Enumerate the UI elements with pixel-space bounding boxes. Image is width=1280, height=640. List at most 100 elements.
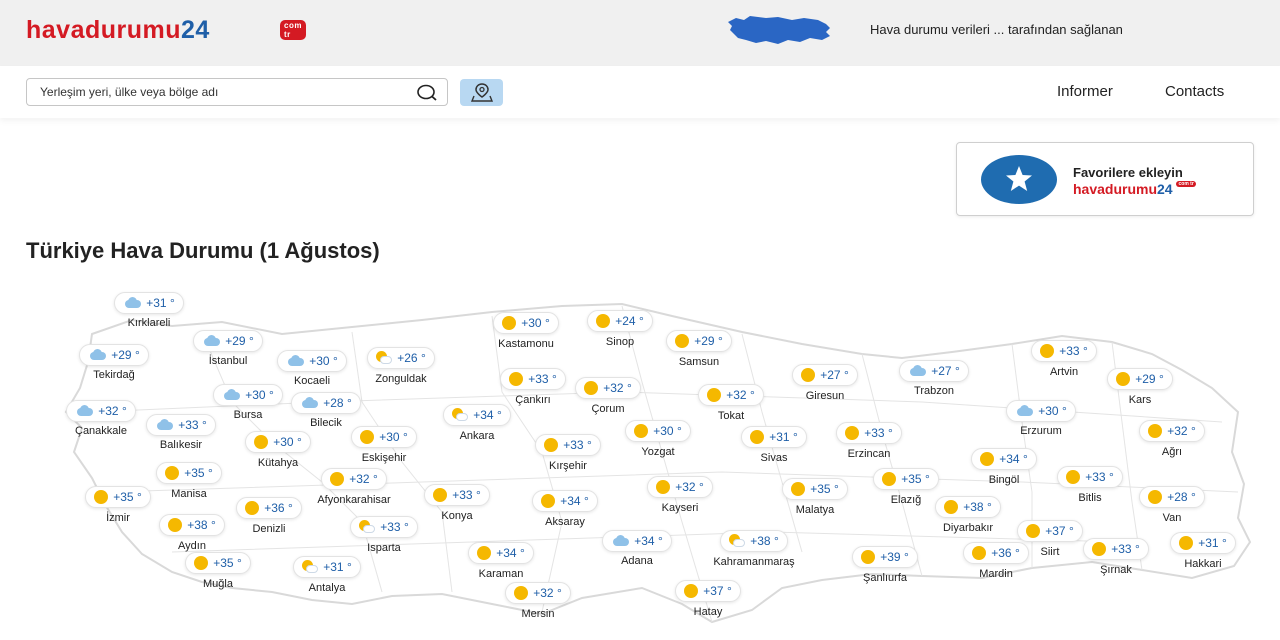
temperature-badge[interactable]: +27 ° — [899, 360, 969, 382]
temperature-badge[interactable]: +38 ° — [935, 496, 1001, 518]
temperature-badge[interactable]: +35 ° — [85, 486, 151, 508]
temperature-badge[interactable]: +35 ° — [782, 478, 848, 500]
city-forecast[interactable]: +38 ° Aydın — [137, 514, 247, 552]
temperature-badge[interactable]: +33 ° — [424, 484, 490, 506]
city-name[interactable]: Giresun — [770, 390, 880, 402]
temperature-badge[interactable]: +34 ° — [443, 404, 511, 426]
temperature-badge[interactable]: +34 ° — [468, 542, 534, 564]
temperature-badge[interactable]: +34 ° — [602, 530, 672, 552]
temperature-badge[interactable]: +38 ° — [720, 530, 788, 552]
city-forecast[interactable]: +28 ° Van — [1117, 486, 1227, 524]
temperature-badge[interactable]: +30 ° — [625, 420, 691, 442]
city-forecast[interactable]: +33 ° Erzincan — [814, 422, 924, 460]
city-name[interactable]: Adana — [582, 555, 692, 567]
temperature-badge[interactable]: +33 ° — [535, 434, 601, 456]
temperature-badge[interactable]: +39 ° — [852, 546, 918, 568]
temperature-badge[interactable]: +32 ° — [698, 384, 764, 406]
city-name[interactable]: Tekirdağ — [59, 369, 169, 381]
city-name[interactable]: Kırşehir — [513, 460, 623, 472]
city-forecast[interactable]: +34 ° Adana — [582, 530, 692, 567]
search-icon[interactable] — [417, 83, 437, 103]
temperature-badge[interactable]: +30 ° — [493, 312, 559, 334]
city-name[interactable]: Trabzon — [879, 385, 989, 397]
temperature-badge[interactable]: +33 ° — [1083, 538, 1149, 560]
city-forecast[interactable]: +37 ° Hatay — [653, 580, 763, 618]
temperature-badge[interactable]: +33 ° — [1031, 340, 1097, 362]
city-forecast[interactable]: +34 ° Aksaray — [510, 490, 620, 528]
temperature-badge[interactable]: +35 ° — [156, 462, 222, 484]
city-name[interactable]: Yozgat — [603, 446, 713, 458]
city-name[interactable]: Kayseri — [625, 502, 735, 514]
temperature-badge[interactable]: +28 ° — [1139, 486, 1205, 508]
city-name[interactable]: Mardin — [941, 568, 1051, 580]
temperature-badge[interactable]: +31 ° — [1170, 532, 1236, 554]
temperature-badge[interactable]: +34 ° — [971, 448, 1037, 470]
city-name[interactable]: Tokat — [676, 410, 786, 422]
temperature-badge[interactable]: +33 ° — [1057, 466, 1123, 488]
city-forecast[interactable]: +32 ° Ağrı — [1117, 420, 1227, 458]
city-forecast[interactable]: +35 ° Muğla — [163, 552, 273, 590]
temperature-badge[interactable]: +29 ° — [666, 330, 732, 352]
temperature-badge[interactable]: +32 ° — [647, 476, 713, 498]
temperature-badge[interactable]: +29 ° — [79, 344, 149, 366]
temperature-badge[interactable]: +27 ° — [792, 364, 858, 386]
city-name[interactable]: Karaman — [446, 568, 556, 580]
city-name[interactable]: Erzurum — [986, 425, 1096, 437]
temperature-badge[interactable]: +30 ° — [351, 426, 417, 448]
city-name[interactable]: Aksaray — [510, 516, 620, 528]
city-name[interactable]: Mersin — [483, 608, 593, 620]
city-forecast[interactable]: +29 ° Samsun — [644, 330, 754, 368]
city-forecast[interactable]: +29 ° Tekirdağ — [59, 344, 169, 381]
city-forecast[interactable]: +32 ° Çorum — [553, 377, 663, 415]
site-logo[interactable]: havadurumu24 com tr — [26, 16, 306, 45]
city-forecast[interactable]: +32 ° Kayseri — [625, 476, 735, 514]
city-name[interactable]: Balıkesir — [126, 439, 236, 451]
temperature-badge[interactable]: +24 ° — [587, 310, 653, 332]
city-forecast[interactable]: +29 ° Kars — [1085, 368, 1195, 406]
temperature-badge[interactable]: +34 ° — [532, 490, 598, 512]
temperature-badge[interactable]: +30 ° — [1006, 400, 1076, 422]
temperature-badge[interactable]: +37 ° — [675, 580, 741, 602]
city-name[interactable]: Kars — [1085, 394, 1195, 406]
city-name[interactable]: Ağrı — [1117, 446, 1227, 458]
city-forecast[interactable]: +39 ° Şanlıurfa — [830, 546, 940, 584]
nav-link-informer[interactable]: Informer — [1057, 83, 1113, 100]
city-name[interactable]: Hatay — [653, 606, 763, 618]
city-name[interactable]: Van — [1117, 512, 1227, 524]
location-button[interactable] — [460, 79, 503, 106]
temperature-badge[interactable]: +35 ° — [873, 468, 939, 490]
temperature-badge[interactable]: +33 ° — [146, 414, 216, 436]
temperature-badge[interactable]: +29 ° — [1107, 368, 1173, 390]
city-forecast[interactable]: +31 ° Sivas — [719, 426, 829, 464]
temperature-badge[interactable]: +30 ° — [277, 350, 347, 372]
temperature-badge[interactable]: +30 ° — [245, 431, 311, 453]
city-name[interactable]: Çorum — [553, 403, 663, 415]
city-name[interactable]: Zonguldak — [346, 373, 456, 385]
favorite-star-button[interactable] — [981, 155, 1057, 204]
city-name[interactable]: Hakkari — [1148, 558, 1258, 570]
temperature-badge[interactable]: +32 ° — [321, 468, 387, 490]
city-forecast[interactable]: +36 ° Mardin — [941, 542, 1051, 580]
temperature-badge[interactable]: +32 ° — [575, 377, 641, 399]
city-forecast[interactable]: +30 ° Yozgat — [603, 420, 713, 458]
city-name[interactable]: Antalya — [272, 582, 382, 594]
city-name[interactable]: Kırklareli — [94, 317, 204, 329]
city-forecast[interactable]: +31 ° Kırklareli — [94, 292, 204, 329]
temperature-badge[interactable]: +26 ° — [367, 347, 435, 369]
city-name[interactable]: Muğla — [163, 578, 273, 590]
city-forecast[interactable]: +33 ° Konya — [402, 484, 512, 522]
city-name[interactable]: Şanlıurfa — [830, 572, 940, 584]
temperature-badge[interactable]: +38 ° — [159, 514, 225, 536]
city-forecast[interactable]: +31 ° Antalya — [272, 556, 382, 594]
city-forecast[interactable]: +33 ° Balıkesir — [126, 414, 236, 451]
city-name[interactable]: Kahramanmaraş — [699, 556, 809, 568]
city-name[interactable]: Erzincan — [814, 448, 924, 460]
city-forecast[interactable]: +26 ° Zonguldak — [346, 347, 456, 385]
temperature-badge[interactable]: +31 ° — [741, 426, 807, 448]
temperature-badge[interactable]: +31 ° — [293, 556, 361, 578]
temperature-badge[interactable]: +32 ° — [1139, 420, 1205, 442]
city-name[interactable]: Aydın — [137, 540, 247, 552]
city-forecast[interactable]: +31 ° Hakkari — [1148, 532, 1258, 570]
city-forecast[interactable]: +27 ° Giresun — [770, 364, 880, 402]
city-name[interactable]: Sivas — [719, 452, 829, 464]
